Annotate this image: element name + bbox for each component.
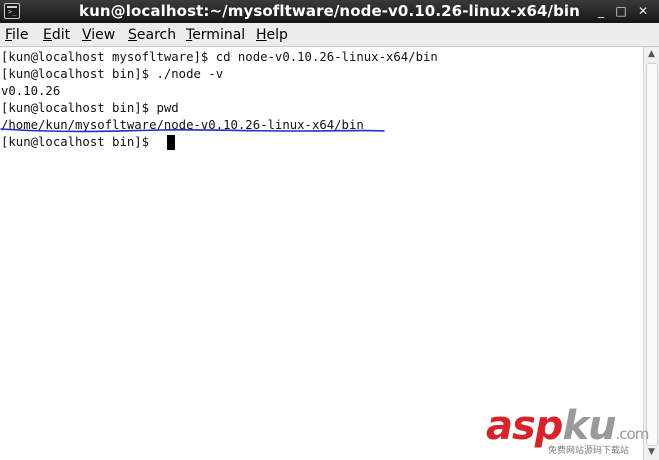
pen-underline-annotation	[0, 128, 385, 133]
menu-help[interactable]: Help	[256, 26, 288, 44]
scrollbar-thumb[interactable]	[646, 63, 658, 446]
menu-search[interactable]: Search	[128, 26, 176, 44]
menu-file[interactable]: File	[5, 26, 28, 44]
close-button[interactable]: ✕	[635, 3, 651, 19]
minimize-button[interactable]: _	[593, 3, 609, 19]
terminal-output[interactable]: [kun@localhost mysofltware]$ cd node-v0.…	[0, 47, 643, 460]
menu-bar: File Edit View Search Terminal Help	[0, 23, 659, 47]
scroll-up-arrow-icon[interactable]: ▲	[644, 47, 659, 62]
title-bar: >_ kun@localhost:~/mysofltware/node-v0.1…	[0, 0, 659, 23]
window-title: kun@localhost:~/mysofltware/node-v0.10.2…	[79, 2, 580, 20]
vertical-scrollbar[interactable]: ▲ ▼	[643, 47, 659, 460]
menu-terminal[interactable]: Terminal	[186, 26, 245, 44]
menu-edit[interactable]: Edit	[43, 26, 70, 44]
menu-view[interactable]: View	[82, 26, 115, 44]
watermark-subtitle: 免费网站源码下载站	[548, 446, 630, 456]
watermark-com: .com	[615, 425, 650, 443]
watermark-logo: aspku.com 免费网站源码下载站	[486, 404, 656, 460]
maximize-button[interactable]: □	[613, 3, 629, 19]
